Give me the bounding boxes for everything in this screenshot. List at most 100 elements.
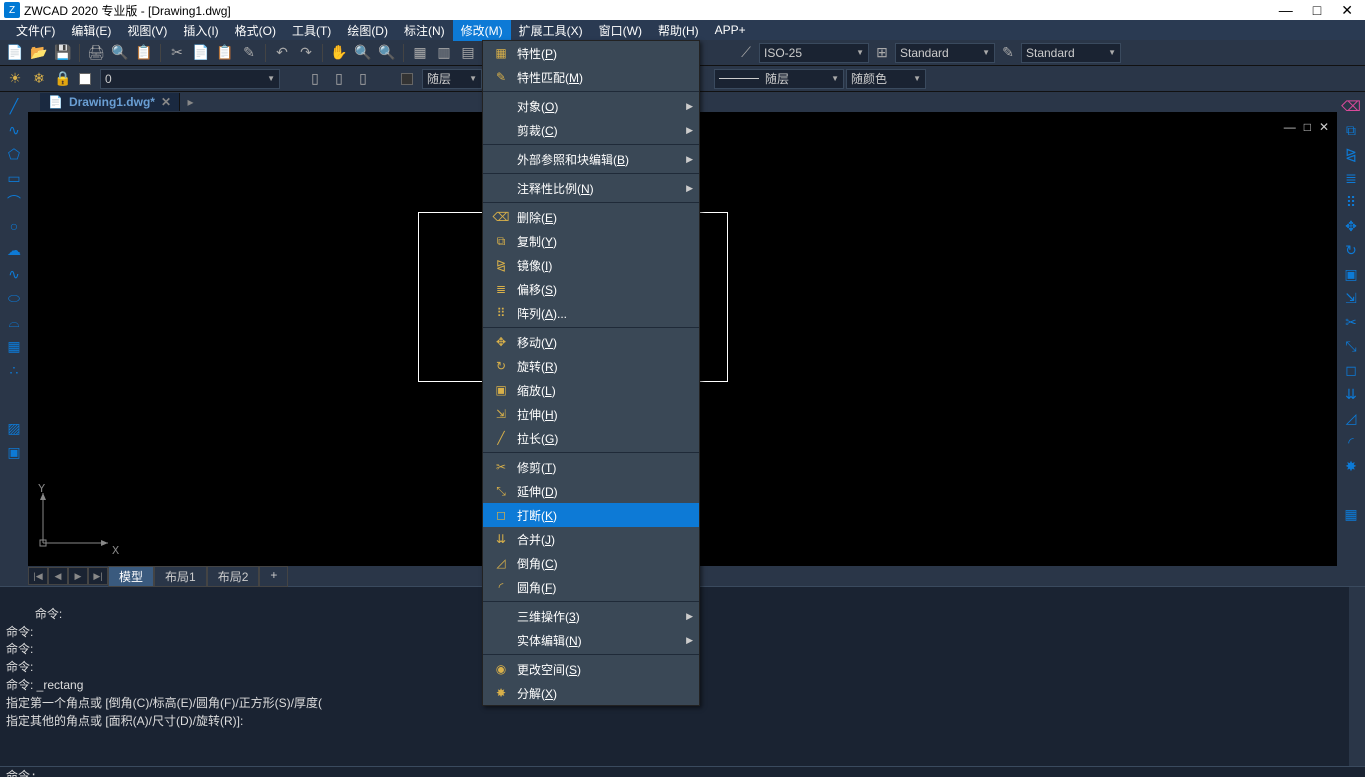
copy-icon[interactable]: 📄 <box>190 42 212 64</box>
window-maximize-button[interactable]: □ <box>1313 2 1321 19</box>
menu-item[interactable]: 编辑(E) <box>63 20 119 41</box>
point-tool-icon[interactable]: ∴ <box>4 360 24 380</box>
menu-item[interactable]: ▦特性(P) <box>483 41 699 65</box>
ellipse-tool-icon[interactable]: ⬭ <box>4 288 24 308</box>
textstyle2-combo[interactable]: Standard ▼ <box>1021 43 1121 63</box>
menu-item[interactable]: ⠿阵列(A)... <box>483 301 699 325</box>
lt-icon1[interactable]: ▯ <box>304 68 326 90</box>
menu-item[interactable]: ↻旋转(R) <box>483 354 699 378</box>
menu-item[interactable]: ⧉复制(Y) <box>483 229 699 253</box>
textstyle2-icon[interactable]: ✎ <box>997 42 1019 64</box>
region-tool-icon[interactable]: ▣ <box>4 442 24 462</box>
menu-item[interactable]: 文件(F) <box>8 20 63 41</box>
menu-item[interactable]: ≣偏移(S) <box>483 277 699 301</box>
model-tab-nav-button[interactable]: |◀ <box>28 567 48 585</box>
window-minimize-button[interactable]: — <box>1279 2 1293 19</box>
menu-item[interactable]: 格式(O) <box>227 20 284 41</box>
properties-icon[interactable]: ▦ <box>409 42 431 64</box>
open-icon[interactable]: 📂 <box>28 42 50 64</box>
menu-item[interactable]: 剪裁(C)▶ <box>483 118 699 142</box>
save-icon[interactable]: 💾 <box>52 42 74 64</box>
linetype-combo[interactable]: 随层 ▼ <box>714 69 844 89</box>
layer-color-icon[interactable] <box>76 68 98 90</box>
menu-item[interactable]: ✥移动(V) <box>483 330 699 354</box>
zoom-icon[interactable]: 🔍 <box>352 42 374 64</box>
block-tool-icon[interactable]: ▦ <box>4 336 24 356</box>
offset-tool-icon[interactable]: ≣ <box>1341 168 1361 188</box>
menu-item[interactable]: ⇊合并(J) <box>483 527 699 551</box>
menu-item[interactable]: ◻打断(K) <box>483 503 699 527</box>
polygon-tool-icon[interactable]: ⬠ <box>4 144 24 164</box>
menu-item[interactable]: ⇲拉伸(H) <box>483 402 699 426</box>
menu-item[interactable]: 三维操作(3)▶ <box>483 604 699 628</box>
lineweight-combo[interactable]: 随颜色 ▼ <box>846 69 926 89</box>
ellipse-arc-tool-icon[interactable]: ⌓ <box>4 312 24 332</box>
close-tab-icon[interactable]: ✕ <box>161 95 171 109</box>
extra-tool-icon[interactable]: ▦ <box>1341 504 1361 524</box>
line-tool-icon[interactable]: ╱ <box>4 96 24 116</box>
layer-sun-icon[interactable]: ☀ <box>4 68 26 90</box>
cloud-tool-icon[interactable]: ☁ <box>4 240 24 260</box>
lt-icon4[interactable] <box>398 68 420 90</box>
lt-icon2[interactable]: ▯ <box>328 68 350 90</box>
window-close-button[interactable]: ✕ <box>1341 2 1353 19</box>
menu-item[interactable]: ✎特性匹配(M) <box>483 65 699 89</box>
textstyle1-combo[interactable]: Standard ▼ <box>895 43 995 63</box>
menu-item[interactable]: 对象(O)▶ <box>483 94 699 118</box>
spline-tool-icon[interactable]: ∿ <box>4 264 24 284</box>
menu-item[interactable]: ⌫删除(E) <box>483 205 699 229</box>
model-layout-tab[interactable]: 布局2 <box>207 566 260 587</box>
stretch-tool-icon[interactable]: ⇲ <box>1341 288 1361 308</box>
design-center-icon[interactable]: ▥ <box>433 42 455 64</box>
new-icon[interactable]: 📄 <box>4 42 26 64</box>
menu-item[interactable]: 注释性比例(N)▶ <box>483 176 699 200</box>
menu-item[interactable]: ✸分解(X) <box>483 681 699 705</box>
zoom-prev-icon[interactable]: 🔍 <box>376 42 398 64</box>
model-tab-nav-button[interactable]: ▶ <box>68 567 88 585</box>
fillet-tool-icon[interactable]: ◜ <box>1341 432 1361 452</box>
menu-item[interactable]: ◜圆角(F) <box>483 575 699 599</box>
scale-tool-icon[interactable]: ▣ <box>1341 264 1361 284</box>
tool-palette-icon[interactable]: ▤ <box>457 42 479 64</box>
hatch-tool-icon[interactable]: ▨ <box>4 418 24 438</box>
menu-item[interactable]: 插入(I) <box>175 20 226 41</box>
model-tab-nav-button[interactable]: ◀ <box>48 567 68 585</box>
rectangle-tool-icon[interactable]: ▭ <box>4 168 24 188</box>
explode-tool-icon[interactable]: ✸ <box>1341 456 1361 476</box>
menu-item[interactable]: ▣缩放(L) <box>483 378 699 402</box>
new-tab-icon[interactable]: ▸ <box>179 93 201 111</box>
model-layout-tab[interactable]: 布局1 <box>154 566 207 587</box>
rotate-tool-icon[interactable]: ↻ <box>1341 240 1361 260</box>
extend-tool-icon[interactable]: ⤡ <box>1341 336 1361 356</box>
match-icon[interactable]: ✎ <box>238 42 260 64</box>
polyline-tool-icon[interactable]: ∿ <box>4 120 24 140</box>
print-preview-icon[interactable]: 🔍 <box>109 42 131 64</box>
menu-item[interactable]: 窗口(W) <box>591 20 650 41</box>
menu-item[interactable]: 外部参照和块编辑(B)▶ <box>483 147 699 171</box>
doc-tab[interactable]: 📄 Drawing1.dwg* ✕ <box>40 93 179 111</box>
menu-item[interactable]: ✂修剪(T) <box>483 455 699 479</box>
lt-icon3[interactable]: ▯ <box>352 68 374 90</box>
dimstyle-combo[interactable]: ISO-25 ▼ <box>759 43 869 63</box>
array-tool-icon[interactable]: ⠿ <box>1341 192 1361 212</box>
model-layout-tab[interactable]: + <box>259 566 288 587</box>
pan-icon[interactable]: ✋ <box>328 42 350 64</box>
print-icon[interactable]: 🖨 <box>85 42 107 64</box>
erase-tool-icon[interactable]: ⌫ <box>1341 96 1361 116</box>
menu-item[interactable]: 绘图(D) <box>339 20 396 41</box>
move-tool-icon[interactable]: ✥ <box>1341 216 1361 236</box>
layer-combo[interactable]: 0 ▼ <box>100 69 280 89</box>
model-layout-tab[interactable]: 模型 <box>108 566 154 587</box>
join-tool-icon[interactable]: ⇊ <box>1341 384 1361 404</box>
trim-tool-icon[interactable]: ✂ <box>1341 312 1361 332</box>
cut-icon[interactable]: ✂ <box>166 42 188 64</box>
viewport-minimize-button[interactable]: — <box>1284 120 1296 134</box>
command-input[interactable] <box>41 768 1359 777</box>
menu-item[interactable]: APP+ <box>707 21 754 39</box>
layer-lock-icon[interactable]: 🔒 <box>52 68 74 90</box>
menu-item[interactable]: ⧎镜像(I) <box>483 253 699 277</box>
menu-item[interactable]: ╱拉长(G) <box>483 426 699 450</box>
chamfer-tool-icon[interactable]: ◿ <box>1341 408 1361 428</box>
mirror-tool-icon[interactable]: ⧎ <box>1341 144 1361 164</box>
model-tab-nav-button[interactable]: ▶| <box>88 567 108 585</box>
